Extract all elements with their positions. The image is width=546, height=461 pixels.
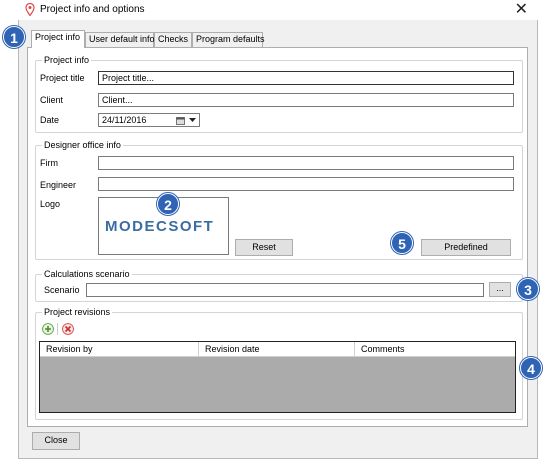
tab-project-info[interactable]: Project info	[31, 30, 85, 48]
window-title: Project info and options	[40, 4, 145, 15]
callout-badge-4: 4	[520, 357, 542, 379]
project-revisions-group: Project revisions Revision by Revision d…	[35, 307, 523, 420]
client-label: Client	[40, 95, 64, 105]
date-value: 24/11/2016	[102, 115, 147, 125]
date-picker[interactable]: 24/11/2016	[98, 113, 200, 127]
project-title-label: Project title	[40, 73, 85, 83]
group-label: Calculations scenario	[42, 269, 132, 279]
client-input[interactable]: Client...	[98, 93, 514, 107]
callout-badge-1: 1	[3, 26, 25, 48]
title-bar: Project info and options ✕	[18, 0, 538, 20]
predefined-button[interactable]: Predefined	[421, 239, 511, 256]
toolbar-divider	[57, 323, 58, 335]
close-button[interactable]: Close	[32, 432, 80, 450]
chevron-down-icon[interactable]	[189, 118, 196, 123]
tab-user-default-info[interactable]: User default info	[85, 32, 155, 47]
callout-badge-2: 2	[157, 193, 179, 215]
project-info-group: Project info Project title Project title…	[35, 55, 523, 133]
logo-label: Logo	[40, 199, 61, 209]
close-window-icon[interactable]: ✕	[515, 1, 528, 17]
table-header: Revision by Revision date Comments	[40, 342, 515, 357]
column-comments[interactable]: Comments	[355, 342, 515, 357]
company-logo: MODECSOFT	[105, 218, 215, 235]
location-pin-icon	[25, 3, 35, 16]
calculations-scenario-group: Calculations scenario Scenario ...	[35, 269, 523, 302]
project-title-input[interactable]: Project title...	[98, 71, 514, 85]
callout-badge-5: 5	[391, 232, 413, 254]
tab-checks[interactable]: Checks	[154, 32, 192, 47]
callout-badge-3: 3	[517, 278, 539, 300]
column-revision-by[interactable]: Revision by	[40, 342, 199, 357]
firm-input[interactable]	[98, 156, 514, 170]
designer-office-group: Designer office info Firm Engineer Logo …	[35, 140, 523, 260]
group-label: Designer office info	[42, 140, 123, 150]
tab-program-defaults[interactable]: Program defaults	[192, 32, 265, 47]
scenario-browse-button[interactable]: ...	[489, 282, 511, 297]
remove-icon[interactable]	[62, 323, 74, 335]
column-revision-date[interactable]: Revision date	[199, 342, 355, 357]
tab-panel: Project info Project title Project title…	[27, 47, 528, 427]
add-icon[interactable]	[42, 323, 54, 335]
group-label: Project revisions	[42, 307, 113, 317]
scenario-label: Scenario	[44, 285, 80, 295]
scenario-input[interactable]	[86, 283, 484, 297]
engineer-label: Engineer	[40, 180, 77, 190]
reset-button[interactable]: Reset	[235, 239, 293, 256]
revisions-table[interactable]: Revision by Revision date Comments	[39, 341, 516, 413]
firm-label: Firm	[40, 158, 58, 168]
calendar-icon[interactable]	[176, 116, 185, 125]
engineer-input[interactable]	[98, 177, 514, 191]
date-label: Date	[40, 115, 60, 125]
group-label: Project info	[42, 55, 92, 65]
